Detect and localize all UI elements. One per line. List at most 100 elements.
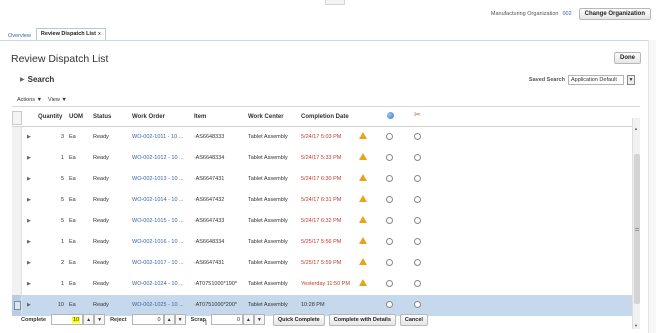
- disclosure-triangle-icon[interactable]: ▶: [20, 76, 25, 83]
- decrement-icon[interactable]: ▼: [94, 314, 106, 325]
- actions-menu[interactable]: Actions ▼: [17, 97, 42, 103]
- table-row[interactable]: ▶ 3 Ea Ready WO-002-1011 - 10 ... *AS6648333 T…: [12, 127, 633, 148]
- cancel-button[interactable]: Cancel: [399, 313, 428, 326]
- radio-button[interactable]: [414, 196, 421, 203]
- radio-button[interactable]: [414, 280, 421, 287]
- column-header-completion-date[interactable]: Completion Date: [301, 114, 349, 120]
- expand-row-icon[interactable]: ▶: [27, 176, 31, 182]
- table-row[interactable]: ▶ 2 Ea Ready WO-002-1017 - 10 ... *AS6647431 T…: [12, 253, 633, 274]
- column-header-quantity[interactable]: Quantity: [38, 114, 62, 120]
- decrement-icon[interactable]: ▼: [174, 314, 186, 325]
- quantity-cell: 5: [60, 218, 64, 224]
- view-menu[interactable]: View ▼: [48, 97, 67, 103]
- done-button[interactable]: Done: [614, 52, 641, 64]
- row-selector[interactable]: [12, 127, 22, 148]
- radio-button[interactable]: [414, 217, 421, 224]
- expand-row-icon[interactable]: ▶: [27, 218, 31, 224]
- item-number: AS6647431: [195, 260, 225, 266]
- table-row[interactable]: ▶ 1 Ea Ready WO-002-1024 - 10 ... *AT0751000*…: [12, 274, 633, 295]
- work-order-link[interactable]: WO-002-1015 - 10 ...: [132, 218, 184, 224]
- increment-icon[interactable]: ▲: [163, 314, 175, 325]
- row-selector[interactable]: [12, 274, 22, 295]
- expand-row-icon[interactable]: ▶: [27, 155, 31, 161]
- collapse-handle[interactable]: [325, 0, 345, 5]
- radio-button[interactable]: [386, 238, 393, 245]
- work-order-link[interactable]: WO-002-1011 - 10 ...: [132, 134, 183, 140]
- item-cell: *AT0751000*200*: [194, 302, 237, 308]
- increment-icon[interactable]: ▲: [83, 314, 95, 325]
- work-order-link[interactable]: WO-002-1012 - 10 ...: [132, 155, 184, 161]
- row-selector[interactable]: [12, 190, 22, 211]
- expand-row-icon[interactable]: ▶: [27, 281, 31, 287]
- uom-cell: Ea: [69, 281, 76, 287]
- quick-complete-button[interactable]: Quick Complete: [272, 313, 325, 326]
- quantity-cell: 3: [60, 134, 64, 140]
- column-header-item[interactable]: Item: [194, 114, 206, 120]
- work-order-link[interactable]: WO-002-1014 - 10 ...: [132, 197, 184, 203]
- row-selector[interactable]: [12, 253, 22, 274]
- work-center-cell: Tablet Assembly: [248, 218, 288, 224]
- row-selector[interactable]: [12, 148, 22, 169]
- decrement-icon[interactable]: ▼: [253, 314, 265, 325]
- organization-label: Manufacturing Organization: [490, 11, 559, 17]
- select-all-cell[interactable]: [12, 111, 22, 125]
- radio-button[interactable]: [386, 259, 393, 266]
- radio-button[interactable]: [386, 133, 393, 140]
- change-organization-button[interactable]: Change Organization: [578, 8, 651, 20]
- search-panel-header[interactable]: ▶ Search: [20, 75, 54, 84]
- dropdown-arrow-icon[interactable]: ▼: [627, 75, 635, 85]
- row-selector[interactable]: [12, 169, 22, 190]
- increment-icon[interactable]: ▲: [242, 314, 254, 325]
- radio-button[interactable]: [386, 217, 393, 224]
- completion-date-cell: 10:28 PM: [301, 302, 325, 308]
- expand-row-icon[interactable]: ▶: [27, 239, 31, 245]
- page-scrollbar[interactable]: [648, 40, 656, 333]
- work-center-cell: Tablet Assembly: [248, 302, 288, 308]
- saved-search-select[interactable]: Application Default: [568, 75, 624, 85]
- expand-row-icon[interactable]: ▶: [27, 134, 31, 140]
- expand-row-icon[interactable]: ▶: [27, 302, 31, 308]
- table-row[interactable]: ▶ 5 Ea Ready WO-002-1013 - 10 ... *AS6647431 T…: [12, 169, 633, 190]
- radio-button[interactable]: [414, 133, 421, 140]
- table-row[interactable]: ▶ 1 Ea Ready WO-002-1016 - 10 ... *AS6648334 T…: [12, 232, 633, 253]
- table-row[interactable]: ▶ 1 Ea Ready WO-002-1012 - 10 ... *AS6648334 T…: [12, 148, 633, 169]
- complete-quantity-input[interactable]: 10: [51, 314, 84, 325]
- work-order-link[interactable]: WO-002-1013 - 10 ...: [132, 176, 184, 182]
- reject-quantity-input[interactable]: 0: [131, 314, 164, 325]
- close-icon[interactable]: x: [98, 31, 101, 37]
- scrap-label: Scrap: [190, 316, 206, 323]
- scrap-quantity-input[interactable]: 0: [210, 314, 243, 325]
- work-order-link[interactable]: WO-002-1017 - 10 ...: [132, 260, 184, 266]
- column-header-work-order[interactable]: Work Order: [132, 114, 165, 120]
- uom-cell: Ea: [69, 302, 76, 308]
- radio-button[interactable]: [386, 154, 393, 161]
- column-header-uom[interactable]: UOM: [69, 114, 83, 120]
- scroll-up-icon[interactable]: ▲: [634, 126, 638, 131]
- radio-button[interactable]: [414, 175, 421, 182]
- radio-button[interactable]: [414, 301, 421, 308]
- expand-row-icon[interactable]: ▶: [27, 260, 31, 266]
- radio-button[interactable]: [386, 196, 393, 203]
- work-order-link[interactable]: WO-002-1024 - 10 ...: [132, 281, 184, 287]
- work-center-cell: Tablet Assembly: [248, 239, 288, 245]
- complete-with-details-button[interactable]: Complete with Details: [328, 313, 396, 326]
- table-row[interactable]: ▶ 5 Ea Ready WO-002-1014 - 10 ... *AS6647432 T…: [12, 190, 633, 211]
- column-header-status[interactable]: Status: [93, 114, 111, 120]
- radio-button[interactable]: [414, 259, 421, 266]
- radio-button[interactable]: [414, 238, 421, 245]
- row-selector[interactable]: [12, 232, 22, 253]
- expand-row-icon[interactable]: ▶: [27, 197, 31, 203]
- radio-button[interactable]: [414, 154, 421, 161]
- warning-icon: [359, 216, 367, 223]
- quantity-cell: 5: [60, 176, 64, 182]
- radio-button[interactable]: [386, 301, 393, 308]
- work-order-link[interactable]: WO-002-1016 - 10 ...: [132, 239, 184, 245]
- row-selector[interactable]: [12, 211, 22, 232]
- table-row[interactable]: ▶ 5 Ea Ready WO-002-1015 - 10 ... *AS6647433 T…: [12, 211, 633, 232]
- work-order-link[interactable]: WO-002-1025 - 10 ...: [132, 302, 184, 308]
- radio-button[interactable]: [386, 175, 393, 182]
- radio-button[interactable]: [386, 280, 393, 287]
- item-number: AS6648333: [195, 134, 225, 140]
- column-header-work-center[interactable]: Work Center: [248, 114, 284, 120]
- vertical-scrollbar[interactable]: ▲ ▼: [632, 118, 640, 329]
